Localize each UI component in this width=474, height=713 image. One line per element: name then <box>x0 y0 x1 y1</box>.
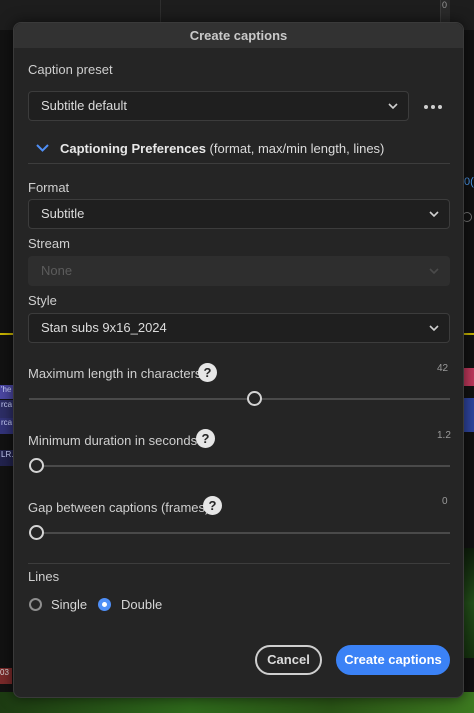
chevron-down-icon <box>429 268 439 275</box>
timeline-clip: LR. <box>0 450 14 466</box>
caption-preset-label: Caption preset <box>28 62 113 77</box>
help-icon[interactable]: ? <box>198 363 217 382</box>
lines-single-label[interactable]: Single <box>51 597 87 612</box>
stream-value: None <box>41 263 73 278</box>
stream-select: None <box>28 256 450 286</box>
section-divider <box>28 563 450 564</box>
help-icon[interactable]: ? <box>203 496 222 515</box>
min-duration-label: Minimum duration in seconds <box>28 433 198 448</box>
lines-label: Lines <box>28 569 60 584</box>
gap-slider-thumb[interactable] <box>29 525 44 540</box>
format-value: Subtitle <box>41 206 85 221</box>
lines-single-radio[interactable] <box>29 598 42 611</box>
lines-double-radio[interactable] <box>98 598 111 611</box>
create-captions-dialog: Create captions Caption preset Subtitle … <box>13 22 464 698</box>
cancel-button[interactable]: Cancel <box>255 645 322 675</box>
chevron-down-icon[interactable] <box>36 143 49 153</box>
style-label: Style <box>28 293 57 308</box>
lines-double-label[interactable]: Double <box>121 597 162 612</box>
format-select[interactable]: Subtitle <box>28 199 450 229</box>
caption-preset-select[interactable]: Subtitle default <box>28 91 409 121</box>
stream-label: Stream <box>28 236 70 251</box>
max-length-slider[interactable] <box>29 398 450 400</box>
chevron-down-icon <box>429 325 439 332</box>
style-select[interactable]: Stan subs 9x16_2024 <box>28 313 450 343</box>
dialog-title: Create captions <box>14 23 463 48</box>
caption-preset-value: Subtitle default <box>41 98 128 113</box>
background-right-text: 0( <box>464 176 474 188</box>
background-digit: 0 <box>442 0 448 10</box>
timeline-clip: rca <box>0 400 14 418</box>
gap-slider[interactable] <box>29 532 450 534</box>
min-duration-value: 1.2 <box>437 430 451 441</box>
min-duration-slider-thumb[interactable] <box>29 458 44 473</box>
min-duration-slider[interactable] <box>29 465 450 467</box>
timeline-clip: 'he <box>0 385 14 399</box>
chevron-down-icon <box>429 211 439 218</box>
format-label: Format <box>28 180 70 195</box>
section-divider <box>28 163 450 164</box>
preferences-heading: Captioning Preferences <box>60 141 206 156</box>
style-value: Stan subs 9x16_2024 <box>41 320 167 335</box>
help-icon[interactable]: ? <box>196 429 215 448</box>
max-length-value: 42 <box>437 363 449 374</box>
timeline-clip: 03 <box>0 668 12 684</box>
captioning-preferences-toggle[interactable]: Captioning Preferences (format, max/min … <box>60 141 384 156</box>
max-length-label: Maximum length in characters <box>28 366 202 381</box>
more-options-button[interactable] <box>422 98 446 116</box>
gap-label: Gap between captions (frames) <box>28 500 210 515</box>
chevron-down-icon <box>388 103 398 110</box>
timeline-clip: rca <box>0 418 14 434</box>
gap-value: 0 <box>442 496 448 507</box>
max-length-slider-thumb[interactable] <box>247 391 262 406</box>
preferences-subheading: (format, max/min length, lines) <box>205 141 385 156</box>
create-captions-button[interactable]: Create captions <box>336 645 450 675</box>
